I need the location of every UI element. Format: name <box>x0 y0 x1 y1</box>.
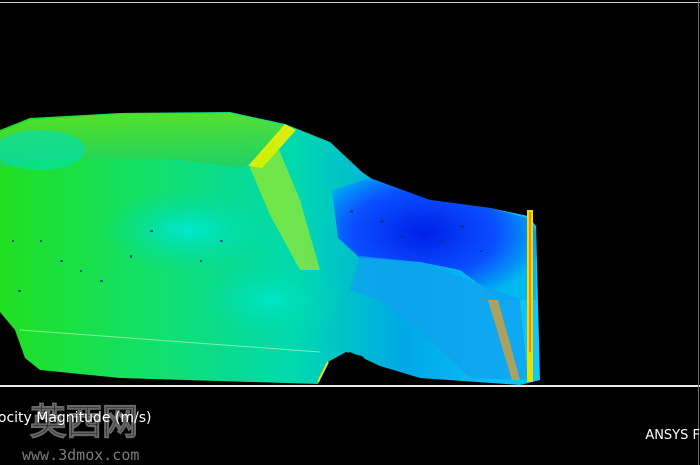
door-cyan-region <box>100 188 280 272</box>
ground-line <box>0 385 700 387</box>
watermark-logo: 英西网 www.3dmox.com <box>22 402 139 465</box>
spoiler-edge-red <box>529 212 531 352</box>
right-border <box>698 0 699 465</box>
car-velocity-contour <box>0 112 540 385</box>
legend-caption: locity Magnitude (m/s) <box>0 410 152 426</box>
rear-cyan-region <box>200 260 340 340</box>
watermark-url: www.3dmox.com <box>22 446 139 464</box>
software-label: ANSYS F <box>645 428 700 443</box>
cfd-viewport[interactable]: 英西网 www.3dmox.com locity Magnitude (m/s)… <box>0 0 700 465</box>
